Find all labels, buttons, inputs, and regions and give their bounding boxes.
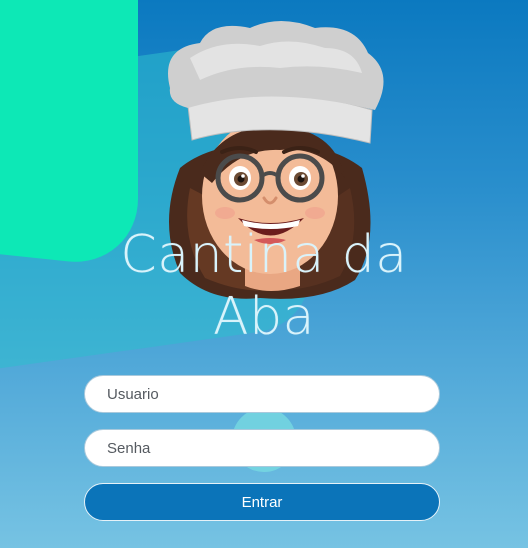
app-title-line-2: Aba: [213, 287, 315, 347]
login-button[interactable]: Entrar: [84, 483, 440, 521]
app-title-line-1: Cantina da: [120, 225, 408, 285]
app-title: Cantina da Aba: [0, 224, 528, 348]
password-input[interactable]: [84, 429, 440, 467]
username-input[interactable]: [84, 375, 440, 413]
